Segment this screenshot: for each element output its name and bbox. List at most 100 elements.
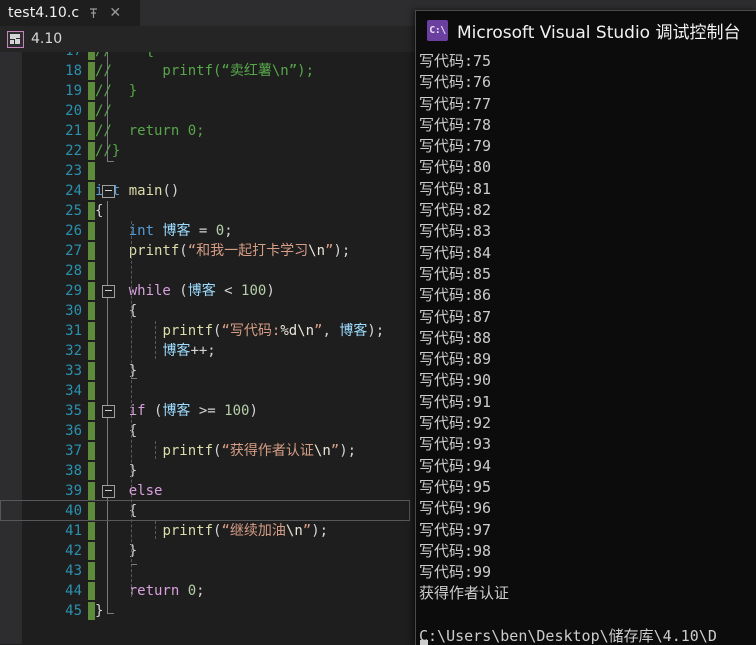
change-bar-segment [88,462,95,480]
line-number: 26 [65,223,82,239]
console-line: 写代码:91 [419,392,492,411]
console-title-bar: C:\ Microsoft Visual Studio 调试控制台 [416,11,756,50]
change-bar-segment [88,302,95,320]
console-line: 写代码:90 [419,371,492,390]
code-line[interactable]: // return 0; [95,121,205,141]
line-number: 36 [65,423,82,439]
change-bar-segment [88,102,95,120]
code-token: return [128,583,180,599]
line-number: 30 [65,303,82,319]
change-bar-segment [88,582,95,600]
change-bar-segment [88,122,95,140]
change-bar-segment [88,542,95,560]
code-token: \n [285,523,303,539]
change-bar-segment [88,522,95,540]
outlining-collapse-box[interactable] [102,185,115,198]
code-line[interactable]: // } [95,81,137,101]
code-line[interactable]: printf(“继续加油\n”); [95,521,328,541]
code-token: “获得作者认证 [221,443,314,459]
console-line: C:\Users\ben\Desktop\储存库\4.10\D [419,627,717,645]
cmd-console-icon: C:\ [427,20,448,41]
breakpoint-margin[interactable] [0,52,22,644]
line-number: 38 [65,463,82,479]
line-number: 27 [65,243,82,259]
line-number: 24 [65,183,82,199]
line-number: 44 [65,583,82,599]
code-line[interactable]: // printf(“卖红薯\n”); [95,61,314,81]
console-line: 写代码:83 [419,222,492,241]
code-line[interactable]: { [95,201,103,221]
change-bar-segment [88,602,95,620]
line-number: 41 [65,523,82,539]
console-output: 写代码:75 写代码:76 写代码:77 写代码:78 写代码:79 写代码:80 写代码:… [416,51,756,645]
indent-guide [107,52,108,161]
code-token: { [95,203,104,219]
change-bar-segment [88,482,95,500]
change-bar-segment [88,442,95,460]
code-token: 100 [241,283,267,299]
change-bar-segment [88,342,95,360]
code-line[interactable]: printf(“写代码:%d\n”, 博客); [95,321,384,341]
code-token: main [128,183,163,199]
close-icon[interactable]: ✕ [107,4,123,22]
code-line[interactable]: printf(“获得作者认证\n”); [95,441,356,461]
outlining-collapse-box[interactable] [102,485,115,498]
console-line: 写代码:77 [419,94,492,113]
code-token: ( [170,283,188,299]
line-number: 19 [65,83,82,99]
code-token: \n [313,443,331,459]
console-line: 写代码:96 [419,499,492,518]
indent-guide [155,441,156,459]
code-token: 博客 [339,323,368,339]
pin-icon[interactable] [85,4,101,22]
console-line: 写代码:78 [419,115,492,134]
current-line-highlight [0,500,410,521]
line-number-gutter: 17 18 19 20 21 22 23 24 25 26 27 28 29 30 31 32 33 34 35 36… [22,52,88,644]
line-number: 37 [65,443,82,459]
code-line[interactable]: return 0; [95,581,205,601]
code-token: 博客 [187,283,216,299]
code-line[interactable]: if (博客 >= 100) [95,401,258,421]
code-token: // printf(“卖红薯\n”); [95,63,315,79]
line-number: 20 [65,103,82,119]
console-line: 写代码:75 [419,52,492,70]
change-bar-segment [88,402,95,420]
code-line[interactable]: // { [95,52,154,61]
code-token: ); [333,243,351,259]
line-number: 25 [65,203,82,219]
change-bar-segment [88,282,95,300]
change-bar-segment [88,52,95,60]
line-number: 21 [65,123,82,139]
change-bar-segment [88,162,95,180]
breadcrumb-label: 4.10 [31,31,63,47]
code-token: >= [190,403,225,419]
line-number: 35 [65,403,82,419]
code-line[interactable]: } [95,601,103,621]
code-line[interactable]: // [95,101,112,121]
console-line: 写代码:95 [419,477,492,496]
code-token: “和我一起打卡学习 [187,243,309,259]
console-line: 写代码:84 [419,243,492,262]
outlining-collapse-box[interactable] [102,285,115,298]
change-bar-segment [88,562,95,580]
editor-tab-test4-10-c[interactable]: test4.10.c ✕ [0,0,140,26]
code-token: %d\n [280,323,315,339]
outlining-collapse-box[interactable] [102,405,115,418]
indent-guide-foot [131,564,137,565]
code-line[interactable]: while (博客 < 100) [95,281,275,301]
indent-guide [155,521,156,539]
code-line[interactable]: int 博客 = 0; [95,221,233,241]
line-number: 33 [65,363,82,379]
code-token: 博客 [162,223,191,239]
line-number: 22 [65,143,82,159]
line-number: 23 [65,163,82,179]
debug-console-window[interactable]: C:\ Microsoft Visual Studio 调试控制台 写代码:75… [415,10,756,645]
code-line[interactable]: printf(“和我一起打卡学习\n”); [95,241,351,261]
project-puzzle-icon [7,30,24,48]
